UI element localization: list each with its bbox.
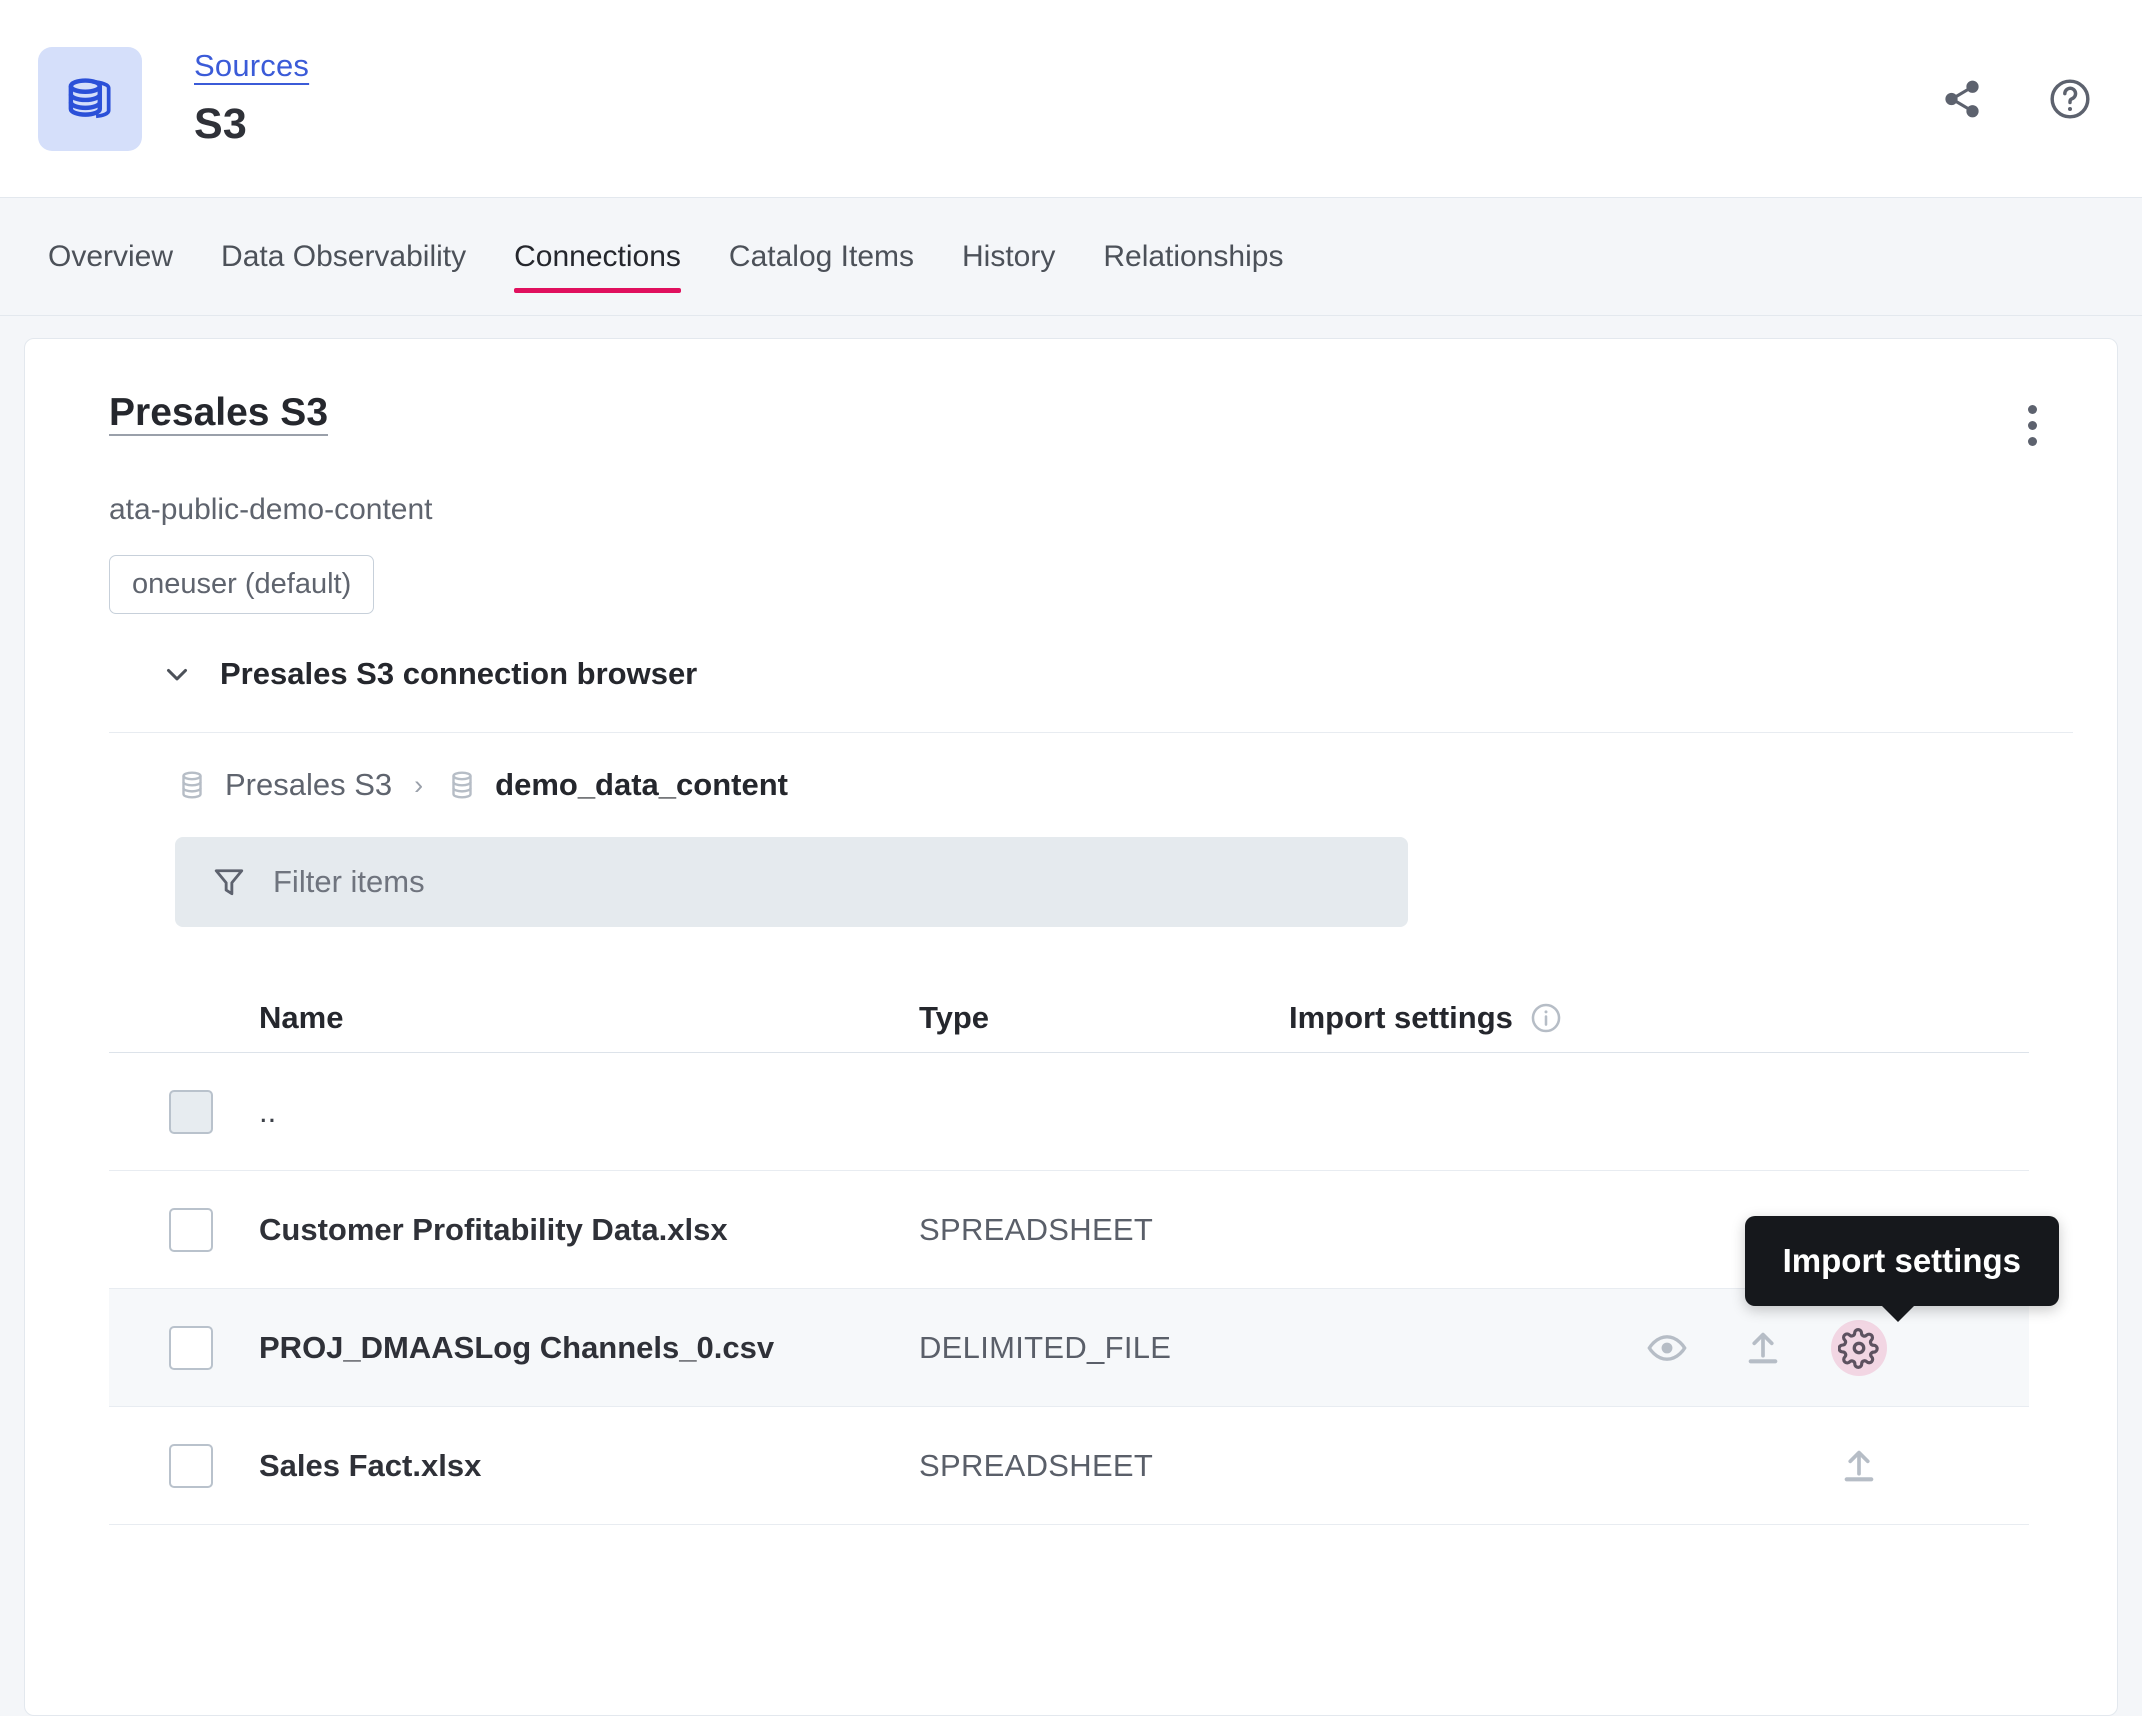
connection-card: Presales S3 ata-public-demo-content oneu… <box>24 338 2118 1716</box>
page-header: Sources S3 <box>0 0 2142 198</box>
row-checkbox-cell <box>129 1443 259 1488</box>
table-row[interactable]: PROJ_DMAASLog Channels_0.csv DELIMITED_F… <box>109 1215 2059 1407</box>
breadcrumb-item-demo-data-content: demo_data_content <box>495 767 788 802</box>
row-actions <box>1289 1438 2029 1494</box>
breadcrumb-separator-icon: › <box>414 769 424 800</box>
row-checkbox <box>169 1089 213 1134</box>
row-checkbox-cell <box>129 1207 259 1252</box>
more-vertical-icon[interactable] <box>2009 397 2055 453</box>
chevron-down-icon <box>160 657 194 691</box>
tab-relationships[interactable]: Relationships <box>1079 198 1307 315</box>
row-type: SPREADSHEET <box>919 1211 1154 1247</box>
filter-funnel-icon <box>211 864 247 900</box>
path-breadcrumb: Presales S3 › demo_data_content <box>109 733 2073 803</box>
table-row[interactable]: Sales Fact.xlsx SPREADSHEET <box>109 1407 2029 1525</box>
row-type: DELIMITED_FILE <box>919 1329 1172 1365</box>
help-circle-icon[interactable] <box>2044 73 2096 125</box>
page-body: Presales S3 ata-public-demo-content oneu… <box>0 316 2142 1716</box>
eye-icon[interactable] <box>1639 1320 1695 1376</box>
info-circle-icon[interactable] <box>1529 1001 1563 1035</box>
row-name[interactable]: PROJ_DMAASLog Channels_0.csv <box>259 1330 919 1366</box>
row-name[interactable]: .. <box>259 1094 919 1130</box>
connection-title[interactable]: Presales S3 <box>109 391 328 435</box>
row-checkbox-cell <box>129 1325 259 1370</box>
connection-browser-toggle[interactable]: Presales S3 connection browser <box>25 656 2117 692</box>
table-header-import-settings: Import settings <box>1289 1000 2029 1036</box>
table-header-row: Name Type Import settings <box>109 983 2029 1053</box>
upload-icon[interactable] <box>1831 1438 1887 1494</box>
row-checkbox[interactable] <box>169 1207 213 1252</box>
source-type-icon <box>38 46 142 151</box>
database-icon <box>445 768 479 802</box>
filter-input-placeholder: Filter items <box>273 864 425 899</box>
import-settings-tooltip: Import settings <box>1744 1215 2059 1322</box>
tab-history[interactable]: History <box>938 198 1079 315</box>
gear-icon[interactable] <box>1831 1319 1887 1376</box>
database-icon <box>175 768 209 802</box>
page-title: S3 <box>194 100 247 148</box>
row-actions: Import settings <box>1289 1215 2059 1376</box>
filter-input-wrapper[interactable]: Filter items <box>175 837 1408 927</box>
row-checkbox[interactable] <box>169 1325 213 1370</box>
table-header-type: Type <box>919 999 990 1035</box>
breadcrumb-sources-link[interactable]: Sources <box>194 48 309 84</box>
row-type: SPREADSHEET <box>919 1447 1154 1483</box>
row-name[interactable]: Customer Profitability Data.xlsx <box>259 1212 919 1248</box>
header-titles: Sources S3 <box>194 48 309 149</box>
upload-icon[interactable] <box>1735 1320 1791 1376</box>
share-icon[interactable] <box>1936 73 1988 125</box>
connection-browser-label: Presales S3 connection browser <box>220 656 698 691</box>
tab-bar: Overview Data Observability Connections … <box>0 198 2142 316</box>
connection-browser-panel: Presales S3 › demo_data_content Filter i… <box>109 732 2073 1525</box>
connection-subtitle: ata-public-demo-content <box>109 493 433 526</box>
tab-catalog-items[interactable]: Catalog Items <box>705 198 938 315</box>
table-row[interactable]: .. <box>109 1053 2029 1171</box>
table-header-name: Name <box>259 999 344 1035</box>
connection-card-header: Presales S3 <box>25 391 2117 453</box>
tab-connections[interactable]: Connections <box>490 198 705 315</box>
tab-data-observability[interactable]: Data Observability <box>197 198 490 315</box>
tab-overview[interactable]: Overview <box>24 198 197 315</box>
header-actions <box>1936 73 2096 125</box>
table-header-import-settings-label: Import settings <box>1289 999 1513 1035</box>
table-row[interactable]: Customer Profitability Data.xlsx SPREADS… <box>109 1171 2029 1289</box>
credential-chip: oneuser (default) <box>109 555 375 614</box>
row-checkbox-cell <box>129 1089 259 1134</box>
items-table: Name Type Import settings .. Customer Pr… <box>109 983 2073 1525</box>
breadcrumb-item-presales-s3[interactable]: Presales S3 <box>225 767 392 803</box>
row-checkbox[interactable] <box>169 1443 213 1488</box>
row-name[interactable]: Sales Fact.xlsx <box>259 1448 919 1484</box>
